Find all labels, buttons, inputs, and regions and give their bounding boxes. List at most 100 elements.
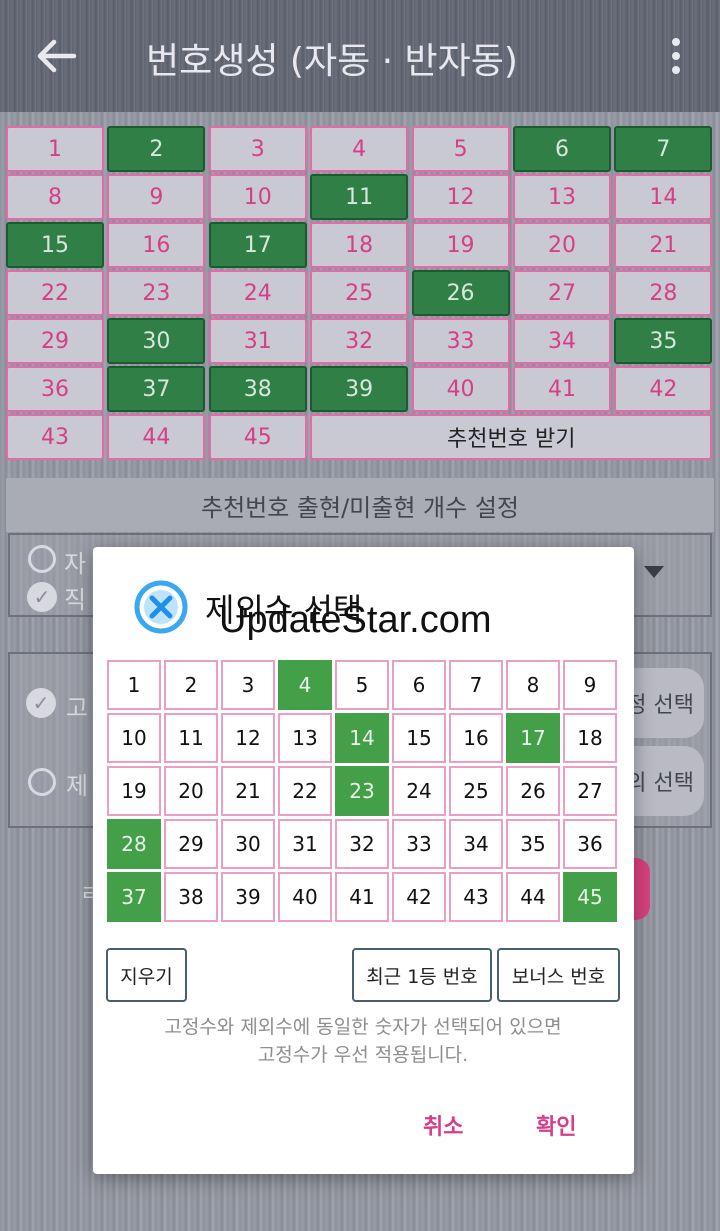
cancel-button[interactable]: 취소 (423, 1109, 463, 1141)
exclude-number-cell[interactable]: 9 (563, 660, 617, 710)
dropdown-arrow-icon[interactable] (644, 566, 664, 578)
main-number-cell[interactable]: 27 (512, 270, 611, 316)
exclude-number-cell[interactable]: 44 (506, 872, 560, 922)
recommend-numbers-button[interactable]: 추천번호 받기 (310, 414, 713, 460)
main-number-cell[interactable]: 19 (411, 222, 510, 268)
main-number-cell[interactable]: 44 (107, 414, 206, 460)
main-number-cell[interactable]: 31 (208, 318, 307, 364)
main-number-cell[interactable]: 22 (6, 270, 104, 316)
main-number-cell[interactable]: 16 (107, 222, 206, 268)
main-number-cell[interactable]: 33 (411, 318, 510, 364)
exclude-number-cell[interactable]: 4 (278, 660, 332, 710)
exclude-number-cell[interactable]: 24 (392, 766, 446, 816)
exclude-number-cell[interactable]: 36 (563, 819, 617, 869)
main-number-cell[interactable]: 4 (310, 126, 409, 172)
exclude-number-cell[interactable]: 22 (278, 766, 332, 816)
exclude-number-cell[interactable]: 19 (107, 766, 161, 816)
exclude-number-cell[interactable]: 5 (335, 660, 389, 710)
main-number-cell[interactable]: 5 (411, 126, 510, 172)
exclude-number-cell[interactable]: 13 (278, 713, 332, 763)
exclude-number-cell[interactable]: 16 (449, 713, 503, 763)
exclude-number-cell[interactable]: 8 (506, 660, 560, 710)
main-number-cell[interactable]: 41 (512, 366, 611, 412)
main-number-cell[interactable]: 18 (310, 222, 409, 268)
main-number-cell[interactable]: 12 (411, 174, 510, 220)
radio-option-1[interactable] (28, 545, 56, 573)
main-number-cell[interactable]: 32 (310, 318, 409, 364)
exclude-number-cell[interactable]: 7 (449, 660, 503, 710)
exclude-number-cell[interactable]: 34 (449, 819, 503, 869)
exclude-number-cell[interactable]: 15 (392, 713, 446, 763)
main-number-cell[interactable]: 25 (310, 270, 409, 316)
checkbox-fixed[interactable]: ✓ (26, 688, 56, 718)
main-number-cell[interactable]: 28 (614, 270, 713, 316)
exclude-number-cell[interactable]: 6 (392, 660, 446, 710)
more-vert-icon[interactable] (664, 36, 688, 76)
exclude-number-cell[interactable]: 20 (164, 766, 218, 816)
exclude-number-cell[interactable]: 38 (164, 872, 218, 922)
exclude-number-cell[interactable]: 33 (392, 819, 446, 869)
exclude-number-cell[interactable]: 39 (221, 872, 275, 922)
main-number-cell[interactable]: 34 (512, 318, 611, 364)
main-number-cell[interactable]: 23 (107, 270, 206, 316)
recent-winning-numbers-button[interactable]: 최근 1등 번호 (352, 948, 492, 1002)
main-number-cell[interactable]: 13 (512, 174, 611, 220)
main-number-cell[interactable]: 42 (614, 366, 713, 412)
checkbox-option-2[interactable]: ✓ (27, 582, 57, 612)
main-number-cell[interactable]: 3 (208, 126, 307, 172)
main-number-cell[interactable]: 21 (614, 222, 713, 268)
exclude-number-cell[interactable]: 18 (563, 713, 617, 763)
exclude-number-cell[interactable]: 29 (164, 819, 218, 869)
main-number-cell[interactable]: 7 (614, 126, 713, 172)
exclude-number-cell[interactable]: 25 (449, 766, 503, 816)
exclude-number-cell[interactable]: 23 (335, 766, 389, 816)
clear-button[interactable]: 지우기 (106, 948, 187, 1002)
exclude-number-cell[interactable]: 14 (335, 713, 389, 763)
exclude-number-cell[interactable]: 40 (278, 872, 332, 922)
main-number-cell[interactable]: 2 (107, 126, 206, 172)
main-number-cell[interactable]: 15 (6, 222, 104, 268)
exclude-number-cell[interactable]: 2 (164, 660, 218, 710)
exclude-number-cell[interactable]: 21 (221, 766, 275, 816)
exclude-number-cell[interactable]: 37 (107, 872, 161, 922)
main-number-cell[interactable]: 6 (512, 126, 611, 172)
back-arrow-icon[interactable] (34, 34, 78, 78)
exclude-number-cell[interactable]: 30 (221, 819, 275, 869)
exclude-number-cell[interactable]: 17 (506, 713, 560, 763)
main-number-cell[interactable]: 17 (208, 222, 307, 268)
main-number-cell[interactable]: 35 (614, 318, 713, 364)
main-number-cell[interactable]: 38 (208, 366, 307, 412)
exclude-number-cell[interactable]: 42 (392, 872, 446, 922)
main-number-cell[interactable]: 10 (208, 174, 307, 220)
main-number-cell[interactable]: 37 (107, 366, 206, 412)
exclude-number-cell[interactable]: 32 (335, 819, 389, 869)
exclude-number-cell[interactable]: 45 (563, 872, 617, 922)
exclude-number-cell[interactable]: 26 (506, 766, 560, 816)
main-number-cell[interactable]: 45 (208, 414, 307, 460)
main-number-cell[interactable]: 20 (512, 222, 611, 268)
radio-exclude[interactable] (28, 768, 56, 796)
main-number-cell[interactable]: 9 (107, 174, 206, 220)
bonus-number-button[interactable]: 보너스 번호 (497, 948, 620, 1002)
exclude-number-cell[interactable]: 28 (107, 819, 161, 869)
main-number-cell[interactable]: 39 (310, 366, 409, 412)
main-number-cell[interactable]: 36 (6, 366, 104, 412)
exclude-number-cell[interactable]: 10 (107, 713, 161, 763)
exclude-number-cell[interactable]: 43 (449, 872, 503, 922)
exclude-number-cell[interactable]: 35 (506, 819, 560, 869)
confirm-button[interactable]: 확인 (536, 1109, 576, 1141)
main-number-cell[interactable]: 30 (107, 318, 206, 364)
main-number-cell[interactable]: 24 (208, 270, 307, 316)
exclude-number-cell[interactable]: 41 (335, 872, 389, 922)
exclude-number-cell[interactable]: 27 (563, 766, 617, 816)
main-number-cell[interactable]: 14 (614, 174, 713, 220)
main-number-cell[interactable]: 8 (6, 174, 104, 220)
exclude-number-cell[interactable]: 3 (221, 660, 275, 710)
main-number-cell[interactable]: 1 (6, 126, 104, 172)
main-number-cell[interactable]: 40 (411, 366, 510, 412)
main-number-cell[interactable]: 11 (310, 174, 409, 220)
exclude-number-cell[interactable]: 31 (278, 819, 332, 869)
main-number-cell[interactable]: 29 (6, 318, 104, 364)
main-number-cell[interactable]: 43 (6, 414, 104, 460)
exclude-number-cell[interactable]: 1 (107, 660, 161, 710)
